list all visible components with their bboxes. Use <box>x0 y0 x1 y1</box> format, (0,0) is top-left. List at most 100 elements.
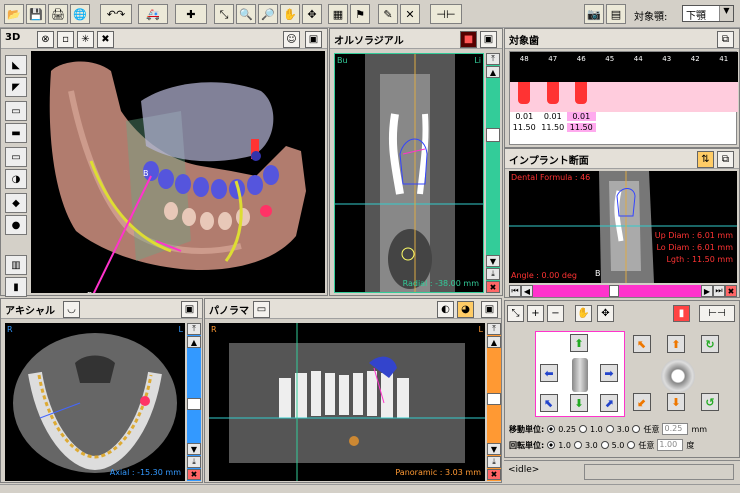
tooth-header-43[interactable]: 43 <box>653 55 682 63</box>
tooth-color-icon[interactable]: ◕ <box>457 301 474 318</box>
move-unit-custom-input[interactable]: 0.25 <box>662 423 689 435</box>
axis-icon[interactable]: ✳ <box>77 31 94 48</box>
scroll-bottom-icon[interactable]: ⤓ <box>487 456 501 468</box>
palette-icon[interactable]: ◐ <box>437 301 454 318</box>
slider-end-icon[interactable]: ⏭ <box>713 285 725 297</box>
slider-next-icon[interactable]: ▶ <box>701 285 713 297</box>
move-up-icon[interactable]: ⬆ <box>570 334 588 352</box>
print-icon[interactable]: 🖨 <box>48 4 68 24</box>
axial-slice-slider[interactable]: ⤒ ▲ ▼ ⤓ ✖ <box>187 323 201 481</box>
rotate-reverse-icon[interactable]: ↺ <box>701 393 719 411</box>
side-tool-3-icon[interactable]: ▭ <box>5 101 27 121</box>
crop-icon[interactable]: ⤡ <box>214 4 234 24</box>
tilt-up-icon[interactable]: ⬆ <box>667 335 685 353</box>
document-icon[interactable]: ▭ <box>253 301 270 318</box>
scroll-down-icon[interactable]: ▼ <box>487 443 501 455</box>
slider-prev-icon[interactable]: ◀ <box>521 285 533 297</box>
tooth-header-41[interactable]: 41 <box>710 55 739 63</box>
measure-icon[interactable]: ▦ <box>328 4 348 24</box>
layers-icon[interactable]: ▣ <box>480 31 497 48</box>
rot-unit-radio-1[interactable] <box>547 441 556 449</box>
implant-marker[interactable] <box>518 82 531 104</box>
move-left-icon[interactable]: ⬅ <box>540 364 558 382</box>
delete-implant-icon[interactable]: ▮ <box>673 305 690 322</box>
pan-hand-icon[interactable]: ✋ <box>575 305 592 322</box>
scroll-up-icon[interactable]: ▲ <box>187 336 201 348</box>
tilt-left-icon[interactable]: ⬋ <box>633 393 651 411</box>
zoom-in-icon[interactable]: 🔍 <box>236 4 256 24</box>
zoom-out-icon[interactable]: − <box>547 305 564 322</box>
close-view-icon[interactable]: ✖ <box>97 31 114 48</box>
implant-tool-icon[interactable]: ⊣⊢ <box>430 4 462 24</box>
face-icon[interactable]: ☺ <box>283 31 300 48</box>
flag-icon[interactable]: ⚑ <box>350 4 370 24</box>
move-unit-radio-1[interactable] <box>547 425 556 433</box>
move-unit-radio-2[interactable] <box>579 425 588 433</box>
rot-unit-radio-3[interactable] <box>600 441 609 449</box>
panorama-slice-slider[interactable]: ⤒ ▲ ▼ ⤓ ✖ <box>487 323 501 481</box>
rot-unit-radio-2[interactable] <box>573 441 582 449</box>
layers-icon[interactable]: ▣ <box>481 301 498 318</box>
move-back-icon[interactable]: ⬉ <box>540 394 558 412</box>
implant-section-slider[interactable]: ⏮ ◀ ▶ ⏭ ✖ <box>509 285 737 297</box>
scroll-top-icon[interactable]: ⤒ <box>486 53 500 65</box>
swap-icon[interactable]: ⇅ <box>697 151 714 168</box>
maximize-icon[interactable]: ⧉ <box>717 151 734 168</box>
implant-marker[interactable] <box>546 82 559 104</box>
slider-start-icon[interactable]: ⏮ <box>509 285 521 297</box>
scroll-down-icon[interactable]: ▼ <box>187 443 201 455</box>
scroll-reset-icon[interactable]: ✖ <box>187 469 201 480</box>
rotate-cw-icon[interactable]: ↻ <box>701 335 719 353</box>
viewport-axial[interactable]: R L Axial : -15.30 mm <box>5 323 185 481</box>
implant-marker[interactable] <box>575 82 588 104</box>
side-tool-10-icon[interactable]: ▮ <box>5 277 27 297</box>
scroll-thumb[interactable] <box>486 128 500 142</box>
measure-ruler-icon[interactable]: ⊢⊣ <box>699 305 735 322</box>
move-icon[interactable]: ✥ <box>302 4 322 24</box>
tooth-header-46[interactable]: 46 <box>567 55 596 63</box>
layers-icon[interactable]: ▣ <box>181 301 198 318</box>
tilt-down-icon[interactable]: ⬇ <box>667 393 685 411</box>
pencil-icon[interactable]: ✎ <box>378 4 398 24</box>
zoom-in-icon[interactable]: + <box>527 305 544 322</box>
tooth-header-44[interactable]: 44 <box>624 55 653 63</box>
side-tool-8-icon[interactable]: ● <box>5 215 27 235</box>
move-down-icon[interactable]: ⬇ <box>570 394 588 412</box>
move-unit-radio-3[interactable] <box>605 425 614 433</box>
viewport-orthoradial[interactable]: Bu Li Radial : -38.00 mm <box>334 53 484 293</box>
teeth-chart[interactable]: 48 47 46 45 44 43 42 41 0.01 11.50 0.01 11.50 0.01 1… <box>509 51 739 145</box>
ambulance-icon[interactable]: 🚑 <box>138 4 168 24</box>
frame-icon[interactable]: ▫ <box>57 31 74 48</box>
rot-unit-custom-input[interactable]: 1.00 <box>657 439 684 451</box>
select-icon[interactable]: ⤡ <box>507 305 524 322</box>
side-tool-1-icon[interactable]: ◣ <box>5 55 27 75</box>
stop-icon[interactable]: ■ <box>460 31 477 48</box>
add-implant-icon[interactable]: ✚ <box>175 4 207 24</box>
grid-icon[interactable]: ▤ <box>606 4 626 24</box>
undo-redo-icon[interactable]: ↶↷ <box>100 4 132 24</box>
viewport-implant-section[interactable]: Dental Formula : 46 Up Diam : 6.01 mm Lo… <box>509 171 737 283</box>
move-unit-radio-4[interactable] <box>632 425 641 433</box>
rotation-knob-icon[interactable] <box>661 359 695 393</box>
ortho-slice-slider[interactable]: ⤒ ▲ ▼ ⤓ ✖ <box>486 53 500 293</box>
side-tool-7-icon[interactable]: ◆ <box>5 193 27 213</box>
tooth-icon[interactable]: ◡ <box>63 301 80 318</box>
scroll-bottom-icon[interactable]: ⤓ <box>486 268 500 280</box>
camera-icon[interactable]: 📷 <box>584 4 604 24</box>
slider-thumb[interactable] <box>609 285 619 297</box>
side-tool-6-icon[interactable]: ◑ <box>5 169 27 189</box>
side-tool-9-icon[interactable]: ▥ <box>5 255 27 275</box>
target-jaw-select[interactable]: 下顎 ▼ <box>682 5 734 22</box>
slider-reset-icon[interactable]: ✖ <box>725 285 737 297</box>
save-icon[interactable]: 💾 <box>26 4 46 24</box>
open-folder-icon[interactable]: 📂 <box>4 4 24 24</box>
scroll-bottom-icon[interactable]: ⤓ <box>187 456 201 468</box>
tooth-header-48[interactable]: 48 <box>510 55 539 63</box>
scroll-top-icon[interactable]: ⤒ <box>487 323 501 335</box>
side-tool-2-icon[interactable]: ◤ <box>5 77 27 97</box>
pan-hand-icon[interactable]: ✋ <box>280 4 300 24</box>
scroll-thumb[interactable] <box>487 393 501 405</box>
tooth-header-47[interactable]: 47 <box>539 55 568 63</box>
reset-view-icon[interactable]: ⊗ <box>37 31 54 48</box>
rotate-ccw-icon[interactable]: ⬉ <box>633 335 651 353</box>
